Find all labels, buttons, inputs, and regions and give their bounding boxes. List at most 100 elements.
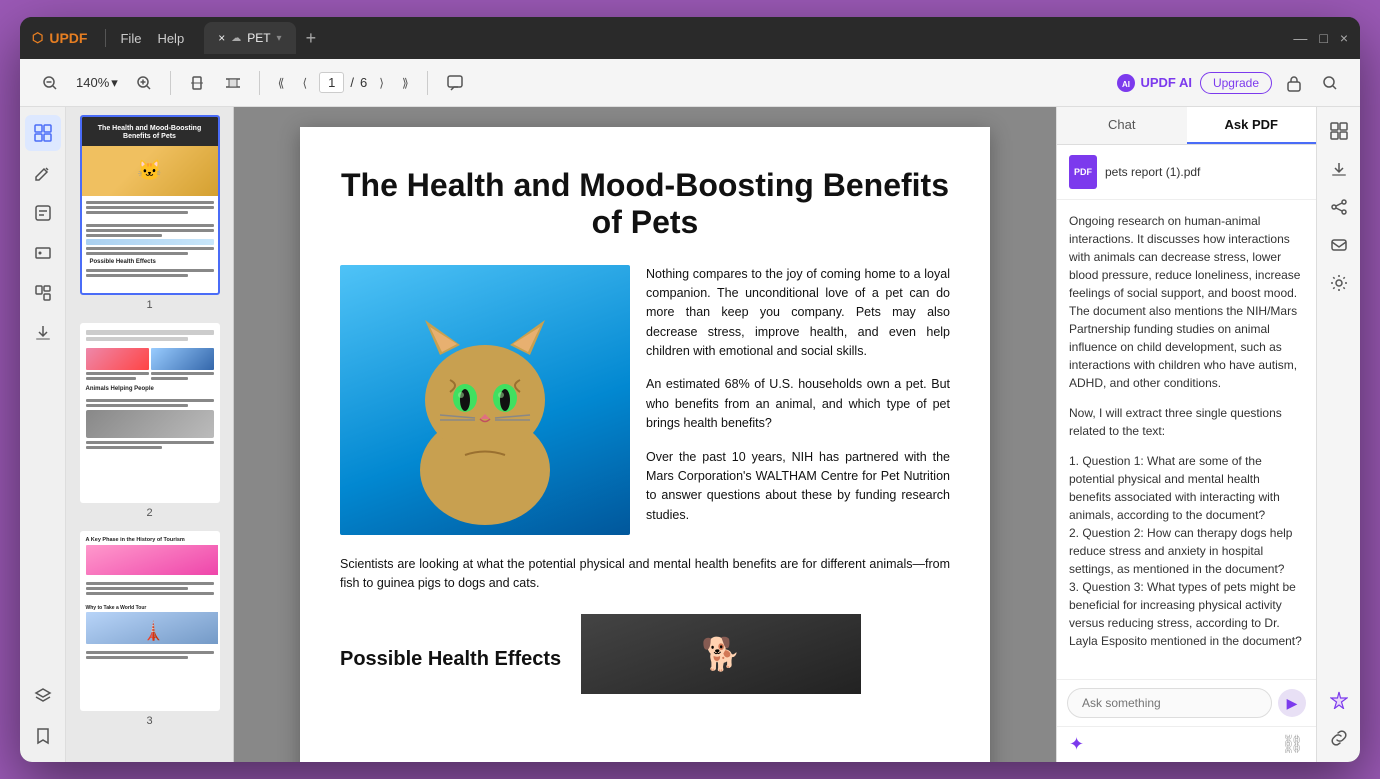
right-sparkle-icon[interactable] xyxy=(1323,684,1355,716)
pdf-body-text: Nothing compares to the joy of coming ho… xyxy=(646,265,950,540)
right-settings-icon[interactable] xyxy=(1323,267,1355,299)
ai-send-button[interactable]: ▶ xyxy=(1278,689,1306,717)
fit-height-button[interactable] xyxy=(183,71,211,95)
thumbnail-img-1[interactable]: The Health and Mood-Boosting Benefits of… xyxy=(80,115,220,295)
maximize-button[interactable]: □ xyxy=(1319,30,1327,46)
sidebar-edit-icon[interactable] xyxy=(25,155,61,191)
thumb-line xyxy=(151,377,189,380)
sidebar-layers-icon[interactable] xyxy=(25,678,61,714)
pdf-bottom-section: Possible Health Effects 🐕 xyxy=(340,606,950,694)
ai-panel: Chat Ask PDF PDF pets report (1).pdf Ong… xyxy=(1056,107,1316,762)
right-link2-icon[interactable] xyxy=(1323,722,1355,754)
thumb-title-1: The Health and Mood-Boosting Benefits of… xyxy=(82,117,218,146)
left-sidebar xyxy=(20,107,66,762)
right-thumbnail-icon[interactable] xyxy=(1323,115,1355,147)
thumbnail-item-1[interactable]: The Health and Mood-Boosting Benefits of… xyxy=(74,115,225,311)
thumb-line xyxy=(86,247,214,250)
minimize-button[interactable]: — xyxy=(1293,30,1307,46)
lock-button[interactable] xyxy=(1280,70,1308,96)
ai-message-text-3: 1. Question 1: What are some of the pote… xyxy=(1069,454,1302,648)
app-window: ⬡ UPDF File Help × ☁ PET ▾ + — □ × xyxy=(20,17,1360,762)
thumbnail-panel: The Health and Mood-Boosting Benefits of… xyxy=(66,107,234,762)
last-page-button[interactable]: ⟫ xyxy=(396,72,415,94)
sidebar-bookmark-icon[interactable] xyxy=(25,718,61,754)
toolbar-divider-2 xyxy=(259,71,260,95)
close-icon[interactable]: × xyxy=(218,31,225,45)
toolbar: 140% ▾ ⟪ xyxy=(20,59,1360,107)
send-icon: ▶ xyxy=(1287,695,1298,712)
thumbnail-img-2[interactable]: Animals Helping People xyxy=(80,323,220,503)
thumb-img-small-2b xyxy=(151,348,214,370)
right-mail-icon[interactable] xyxy=(1323,229,1355,261)
menu-file[interactable]: File xyxy=(120,31,141,46)
current-page: 1 xyxy=(319,72,344,93)
svg-text:AI: AI xyxy=(1122,80,1130,89)
ai-message-1: Ongoing research on human-animal interac… xyxy=(1069,212,1304,392)
page-indicator: ⟪ ⟨ 1 / 6 ⟩ ⟫ xyxy=(272,72,415,94)
thumb-line xyxy=(86,269,214,272)
sidebar-annotate-icon[interactable] xyxy=(25,195,61,231)
comment-button[interactable] xyxy=(440,70,470,96)
tab-ask-pdf[interactable]: Ask PDF xyxy=(1187,107,1317,144)
thumb-lines-3a xyxy=(82,577,218,600)
right-share-icon[interactable] xyxy=(1323,191,1355,223)
pdf-page: The Health and Mood-Boosting Benefits of… xyxy=(300,127,990,762)
updf-ai-text: UPDF AI xyxy=(1140,75,1192,90)
toolbar-divider-1 xyxy=(170,71,171,95)
fit-width-icon xyxy=(225,75,241,91)
pdf-cat-image xyxy=(340,265,630,535)
search-toolbar-icon xyxy=(1322,75,1338,91)
thumbnail-img-3[interactable]: A Key Phase in the History of Tourism Wh… xyxy=(80,531,220,711)
total-pages: 6 xyxy=(360,75,367,90)
fit-width-button[interactable] xyxy=(219,71,247,95)
search-toolbar-button[interactable] xyxy=(1316,71,1344,95)
right-action-bar xyxy=(1316,107,1360,762)
ai-input-area: ▶ xyxy=(1057,679,1316,726)
thumbnail-item-2[interactable]: Animals Helping People 2 xyxy=(74,323,225,519)
thumb-line xyxy=(86,651,214,654)
menu-help[interactable]: Help xyxy=(157,31,184,46)
thumb-two-col-2 xyxy=(82,346,218,384)
thumb-section-3: A Key Phase in the History of Tourism xyxy=(82,533,218,545)
brand-icon: ⬡ xyxy=(32,30,43,46)
right-download-icon[interactable] xyxy=(1323,153,1355,185)
zoom-in-icon xyxy=(136,75,152,91)
thumbnail-item-3[interactable]: A Key Phase in the History of Tourism Wh… xyxy=(74,531,225,727)
pdf-title: The Health and Mood-Boosting Benefits of… xyxy=(340,167,950,241)
ai-sparkle-icon[interactable]: ✦ xyxy=(1069,734,1084,755)
page-separator: / xyxy=(350,75,354,90)
sidebar-form-icon[interactable] xyxy=(25,235,61,271)
tab-add-button[interactable]: + xyxy=(300,28,323,49)
pdf-viewer[interactable]: The Health and Mood-Boosting Benefits of… xyxy=(234,107,1056,762)
sidebar-organize-icon[interactable] xyxy=(25,275,61,311)
menu-bar: File Help xyxy=(120,31,184,46)
upgrade-button[interactable]: Upgrade xyxy=(1200,72,1272,94)
thumb-line xyxy=(86,656,188,659)
zoom-dropdown-icon: ▾ xyxy=(111,75,118,91)
thumb-line xyxy=(86,587,188,590)
zoom-level[interactable]: 140% ▾ xyxy=(72,73,122,93)
ai-chat-body[interactable]: Ongoing research on human-animal interac… xyxy=(1057,200,1316,679)
thumb-line xyxy=(86,404,188,407)
thumb-line xyxy=(86,372,149,375)
thumb-line xyxy=(86,377,136,380)
ai-link-icon[interactable]: ⛓ xyxy=(1281,734,1304,755)
zoom-out-button[interactable] xyxy=(36,71,64,95)
next-page-button[interactable]: ⟩ xyxy=(373,72,390,94)
tab-chat[interactable]: Chat xyxy=(1057,107,1187,144)
first-page-button[interactable]: ⟪ xyxy=(272,72,291,94)
zoom-in-button[interactable] xyxy=(130,71,158,95)
ai-input-field[interactable] xyxy=(1067,688,1272,718)
close-button[interactable]: × xyxy=(1340,30,1348,46)
thumb-section-2: Animals Helping People xyxy=(82,384,218,394)
sidebar-thumbnail-icon[interactable] xyxy=(25,115,61,151)
prev-page-button[interactable]: ⟨ xyxy=(296,72,313,94)
tab-pet[interactable]: × ☁ PET ▾ xyxy=(204,22,295,54)
fit-height-icon xyxy=(189,75,205,91)
pdf-para-3: Over the past 10 years, NIH has partnere… xyxy=(646,448,950,526)
tab-title: PET xyxy=(247,31,270,45)
tab-bar: × ☁ PET ▾ + xyxy=(204,22,322,54)
sidebar-extract-icon[interactable] xyxy=(25,315,61,351)
thumb-line xyxy=(86,446,163,449)
app-brand: ⬡ UPDF xyxy=(32,30,87,46)
